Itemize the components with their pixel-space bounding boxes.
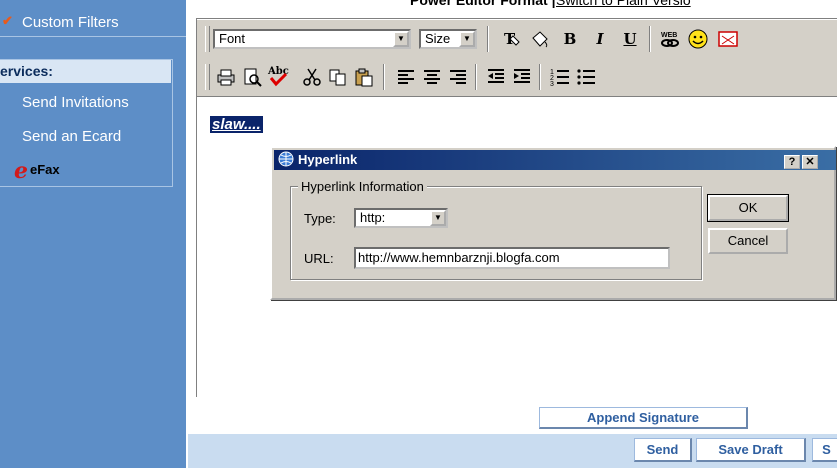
toolbar-separator xyxy=(487,26,489,52)
outdent-icon[interactable] xyxy=(485,66,507,88)
efax-logo-text: eFax xyxy=(30,162,60,177)
chevron-down-icon[interactable]: ▼ xyxy=(393,31,409,47)
svg-text:3: 3 xyxy=(550,81,554,88)
url-input[interactable]: http://www.hemnbarznji.blogfa.com xyxy=(354,247,670,269)
align-left-icon[interactable] xyxy=(395,66,417,88)
bullet-list-icon[interactable] xyxy=(575,66,597,88)
toolbar-grip[interactable] xyxy=(205,64,210,90)
toolbar-grip[interactable] xyxy=(205,26,210,52)
print-preview-icon[interactable] xyxy=(241,66,263,88)
italic-button[interactable]: I xyxy=(589,28,611,50)
hyperlink-dialog: Hyperlink ? ✕ Hyperlink Information Type… xyxy=(270,146,836,300)
highlight-color-icon[interactable] xyxy=(529,28,551,50)
ok-button[interactable]: OK xyxy=(707,194,789,222)
switch-plain-link[interactable]: Switch to Plain Versio xyxy=(556,0,691,8)
dialog-title: Hyperlink xyxy=(298,152,358,167)
toolbar-row-2: Abc 123 xyxy=(197,58,837,97)
print-icon[interactable] xyxy=(215,66,237,88)
underline-button[interactable]: U xyxy=(619,28,641,50)
toolbar-separator xyxy=(475,64,477,90)
toolbar-separator xyxy=(649,26,651,52)
bold-button[interactable]: B xyxy=(559,28,581,50)
type-select-value: http: xyxy=(360,210,386,225)
font-select[interactable]: Font ▼ xyxy=(213,29,411,49)
spellcheck-icon[interactable]: Abc xyxy=(267,64,289,87)
toolbar-separator xyxy=(383,64,385,90)
custom-filters-link[interactable]: ✔ Custom Filters xyxy=(0,4,186,34)
send-button[interactable]: Send xyxy=(634,438,692,462)
copy-icon[interactable] xyxy=(327,66,349,88)
services-heading: ervices: xyxy=(0,63,53,79)
toolbar-separator xyxy=(539,64,541,90)
smiley-icon[interactable] xyxy=(687,28,709,50)
cancel-button[interactable]: Cancel xyxy=(708,228,788,254)
size-select[interactable]: Size ▼ xyxy=(419,29,477,49)
efax-e-icon: e xyxy=(14,158,28,184)
toolbar-row-1: Font ▼ Size ▼ T B I U WEB xyxy=(197,20,837,58)
text-color-icon[interactable]: T xyxy=(501,28,523,50)
group-legend: Hyperlink Information xyxy=(298,179,427,194)
append-signature-button[interactable]: Append Signature xyxy=(539,407,748,429)
send-invitations-link[interactable]: Send Invitations xyxy=(22,94,129,111)
web-link-icon[interactable]: WEB xyxy=(659,28,681,50)
dialog-title-bar[interactable]: Hyperlink ? ✕ xyxy=(274,150,836,170)
indent-icon[interactable] xyxy=(511,66,533,88)
checkmark-icon: ✔ xyxy=(2,13,13,28)
image-icon[interactable] xyxy=(717,28,739,50)
close-button[interactable]: ✕ xyxy=(802,155,818,169)
url-label: URL: xyxy=(304,251,334,266)
size-select-value: Size xyxy=(425,31,451,46)
paste-icon[interactable] xyxy=(353,66,375,88)
svg-text:WEB: WEB xyxy=(661,32,677,39)
numbered-list-icon[interactable]: 123 xyxy=(549,66,571,88)
send-ecard-link[interactable]: Send an Ecard xyxy=(22,128,121,145)
chevron-down-icon[interactable]: ▼ xyxy=(459,31,475,47)
editor-mode-label: Power Editor Format | xyxy=(410,0,556,8)
font-select-value: Font xyxy=(219,31,246,46)
sidebar-divider xyxy=(0,36,186,37)
help-button[interactable]: ? xyxy=(784,155,800,169)
align-center-icon[interactable] xyxy=(421,66,443,88)
type-label: Type: xyxy=(304,211,336,226)
globe-icon xyxy=(278,151,294,167)
more-action-button[interactable]: S xyxy=(812,438,837,462)
type-select[interactable]: http: ▼ xyxy=(354,208,448,228)
cut-icon[interactable] xyxy=(301,66,323,88)
custom-filters-label: Custom Filters xyxy=(22,14,119,31)
align-right-icon[interactable] xyxy=(447,66,469,88)
save-draft-button[interactable]: Save Draft xyxy=(696,438,806,462)
selected-link-text[interactable]: slaw.... xyxy=(210,116,263,133)
chevron-down-icon[interactable]: ▼ xyxy=(430,210,446,226)
